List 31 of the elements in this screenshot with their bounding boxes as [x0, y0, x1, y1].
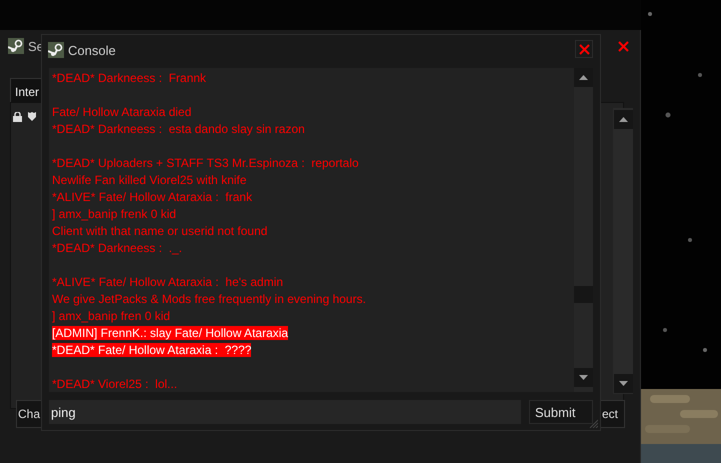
lock-icon	[13, 112, 22, 122]
scroll-up-icon[interactable]	[619, 117, 628, 122]
log-line: ] amx_banip fren 0 kid	[52, 309, 170, 323]
log-line: Newlife Fan killed Viorel25 with knife	[52, 173, 247, 187]
log-line: ] amx_banip frenk 0 kid	[52, 207, 176, 221]
close-icon[interactable]	[618, 41, 629, 52]
command-input-field[interactable]: ping	[49, 400, 521, 424]
button[interactable]: Cha	[16, 400, 42, 428]
log-line: *DEAD* Darkneess : Frannk	[52, 71, 206, 85]
log-line: *DEAD* Darkneess : esta dando slay sin razon	[52, 122, 305, 136]
close-button[interactable]	[575, 40, 593, 58]
log-line: Client with that name or userid not found	[52, 224, 268, 238]
log-line: We give JetPacks & Mods free frequently in evening hours.	[52, 292, 366, 306]
log-line: *ALIVE* Fate/ Hollow Ataraxia : he's admin	[52, 275, 284, 289]
submit-button[interactable]: Submit	[529, 400, 593, 424]
log-line: *ALIVE* Fate/ Hollow Ataraxia : frank	[52, 190, 252, 204]
log-line: *DEAD* Darkneess : ._.	[52, 241, 182, 255]
close-icon	[578, 44, 590, 54]
window-title: Console	[68, 42, 116, 58]
scroll-up-icon[interactable]	[579, 75, 588, 80]
button[interactable]: ect	[600, 400, 626, 428]
log-line: *DEAD* Viorel25 : lol...	[52, 377, 178, 391]
steam-logo-icon	[8, 38, 24, 54]
scroll-down-icon[interactable]	[619, 381, 628, 386]
scroll-down-icon[interactable]	[579, 375, 588, 380]
shield-icon	[28, 112, 36, 121]
log-line: Fate/ Hollow Ataraxia died	[52, 105, 192, 119]
resize-grip-icon[interactable]	[588, 418, 598, 428]
log-line: *DEAD* Uploaders + STAFF TS3 Mr.Espinoza : reportalo	[52, 156, 359, 170]
steam-logo-icon	[48, 42, 64, 58]
scrollbar[interactable]	[574, 68, 593, 392]
